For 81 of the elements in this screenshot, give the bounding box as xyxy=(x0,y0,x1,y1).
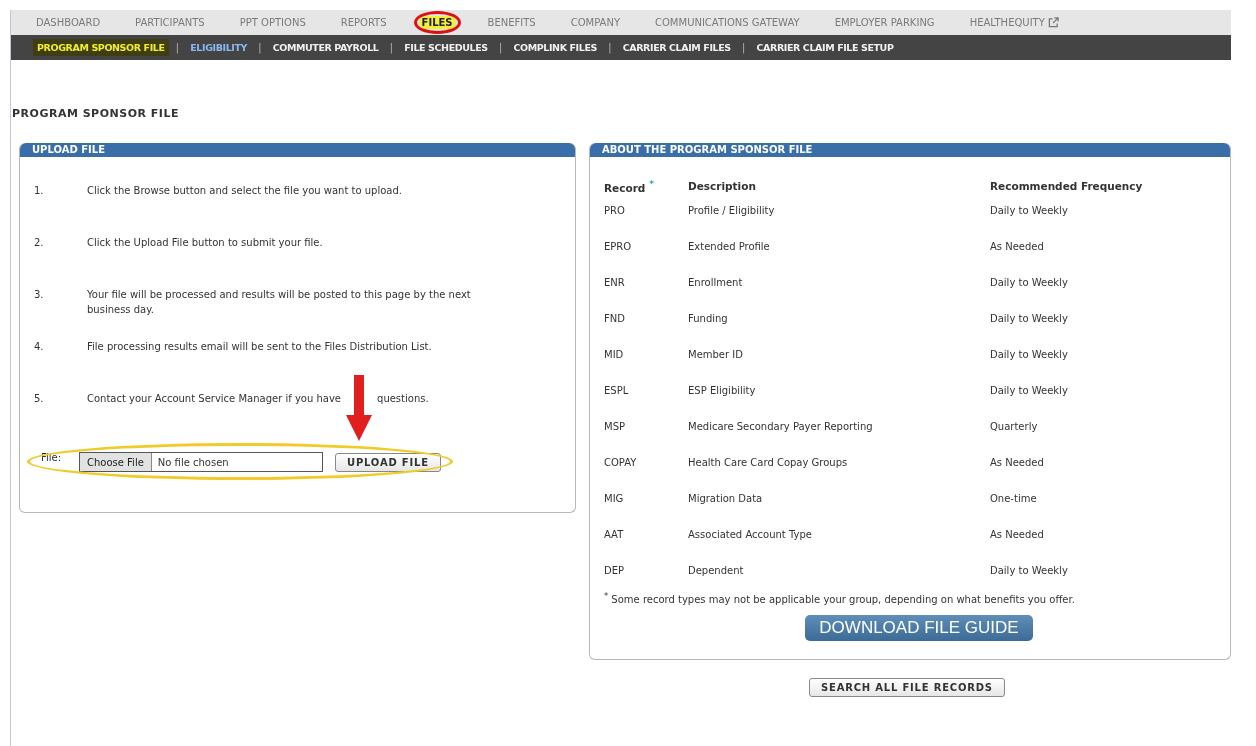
sub-nav-tab[interactable]: ELIGIBILITY xyxy=(186,39,251,56)
table-cell: ESPL xyxy=(604,384,629,396)
sub-nav-tab[interactable]: CARRIER CLAIM FILES xyxy=(618,39,735,56)
separator: | xyxy=(258,41,262,54)
panel-title: ABOUT THE PROGRAM SPONSOR FILE xyxy=(590,143,1230,157)
choose-file-button[interactable]: Choose File xyxy=(80,453,152,471)
sub-nav-tab[interactable]: PROGRAM SPONSOR FILE xyxy=(33,39,169,56)
upload-file-button[interactable]: UPLOAD FILE xyxy=(335,452,441,472)
file-status: No file chosen xyxy=(156,456,229,468)
separator: | xyxy=(498,41,503,54)
table-cell: ESP Eligibility xyxy=(688,384,756,396)
table-cell: Migration Data xyxy=(688,492,763,504)
table-cell: Daily to Weekly xyxy=(990,348,1068,360)
nav-tab[interactable]: REPORTS xyxy=(337,16,390,29)
table-cell: Profile / Eligibility xyxy=(688,204,775,216)
search-records-button[interactable]: SEARCH ALL FILE RECORDS xyxy=(809,677,1005,697)
table-cell: MIG xyxy=(604,492,624,504)
nav-tab[interactable]: PPT OPTIONS xyxy=(236,16,309,29)
table-cell: COPAY xyxy=(604,456,637,468)
field-label: File: xyxy=(41,452,63,463)
step-number: 3. xyxy=(34,288,45,302)
step-text: questions. xyxy=(377,392,429,406)
column-header: Recommended Frequency xyxy=(990,180,1143,193)
table-cell: Funding xyxy=(688,312,728,324)
nav-tab[interactable]: HEALTHEQUITY xyxy=(966,16,1062,29)
table-cell: PRO xyxy=(604,204,625,216)
table-cell: EPRO xyxy=(604,240,632,252)
step-text: Contact your Account Service Manager if you have xyxy=(87,392,342,406)
table-cell: As Needed xyxy=(990,528,1044,540)
table-cell: FND xyxy=(604,312,625,324)
table-cell: DEP xyxy=(604,564,625,576)
table-cell: As Needed xyxy=(990,240,1044,252)
table-cell: Daily to Weekly xyxy=(990,276,1068,288)
column-header: Description xyxy=(688,180,756,193)
table-cell: Daily to Weekly xyxy=(990,384,1068,396)
table-cell: Daily to Weekly xyxy=(990,564,1068,576)
table-cell: Member ID xyxy=(688,348,743,360)
table-cell: One-time xyxy=(990,492,1037,504)
column-header: Record xyxy=(604,181,646,194)
table-cell: Associated Account Type xyxy=(688,528,812,540)
step-number: 2. xyxy=(34,236,45,250)
footnote-mark: * xyxy=(649,179,655,189)
separator: | xyxy=(389,41,394,54)
download-guide-button[interactable]: DOWNLOAD FILE GUIDE xyxy=(805,614,1033,641)
separator: | xyxy=(741,41,746,54)
table-cell: AAT xyxy=(604,528,624,540)
table-cell: ENR xyxy=(604,276,625,288)
step-text: Click the Browse button and select the file you want to upload. xyxy=(87,184,403,198)
table-cell: Enrollment xyxy=(688,276,743,288)
nav-tab[interactable]: EMPLOYER PARKING xyxy=(831,16,938,29)
table-cell: Daily to Weekly xyxy=(990,204,1068,216)
panel-title: UPLOAD FILE xyxy=(20,143,575,157)
separator: | xyxy=(175,41,180,54)
nav-tab[interactable]: FILES xyxy=(418,16,456,29)
sub-nav-tab[interactable]: FILE SCHEDULES xyxy=(400,39,492,56)
nav-tab[interactable]: PARTICIPANTS xyxy=(132,16,208,29)
file-input[interactable]: Choose File No file chosen xyxy=(79,452,323,472)
table-cell: Extended Profile xyxy=(688,240,770,252)
table-cell: As Needed xyxy=(990,456,1044,468)
sub-nav-tab[interactable]: CARRIER CLAIM FILE SETUP xyxy=(752,39,898,56)
table-cell: Daily to Weekly xyxy=(990,312,1068,324)
sub-nav-tab[interactable]: COMMUTER PAYROLL xyxy=(268,39,383,56)
nav-tab[interactable]: COMMUNICATIONS GATEWAY xyxy=(652,16,803,29)
footnote: $^{*}$ Some record types may not be applicable your group, depending on what benefits you offer. xyxy=(604,590,1076,605)
step-number: 5. xyxy=(34,392,45,406)
step-text: File processing results email will be sent to the Files Distribution List. xyxy=(87,340,433,354)
page-title: PROGRAM SPONSOR FILE xyxy=(11,107,180,120)
table-cell: Medicare Secondary Payer Reporting xyxy=(688,420,873,432)
separator: | xyxy=(607,41,612,54)
nav-tab[interactable]: COMPANY xyxy=(567,16,623,29)
table-cell: Dependent xyxy=(688,564,744,576)
step-number: 1. xyxy=(34,184,45,198)
step-text: Your file will be processed and results will be posted to this page by the next business day. xyxy=(87,288,472,317)
table-cell: Health Care Card Copay Groups xyxy=(688,456,848,468)
step-text: Click the Upload File button to submit your file. xyxy=(87,236,324,250)
table-cell: Quarterly xyxy=(990,420,1038,432)
sub-nav-tab[interactable]: COMPLINK FILES xyxy=(509,39,601,56)
step-number: 4. xyxy=(34,340,45,354)
table-cell: MSP xyxy=(604,420,625,432)
nav-tab[interactable]: DASHBOARD xyxy=(33,16,104,29)
table-cell: MID xyxy=(604,348,624,360)
